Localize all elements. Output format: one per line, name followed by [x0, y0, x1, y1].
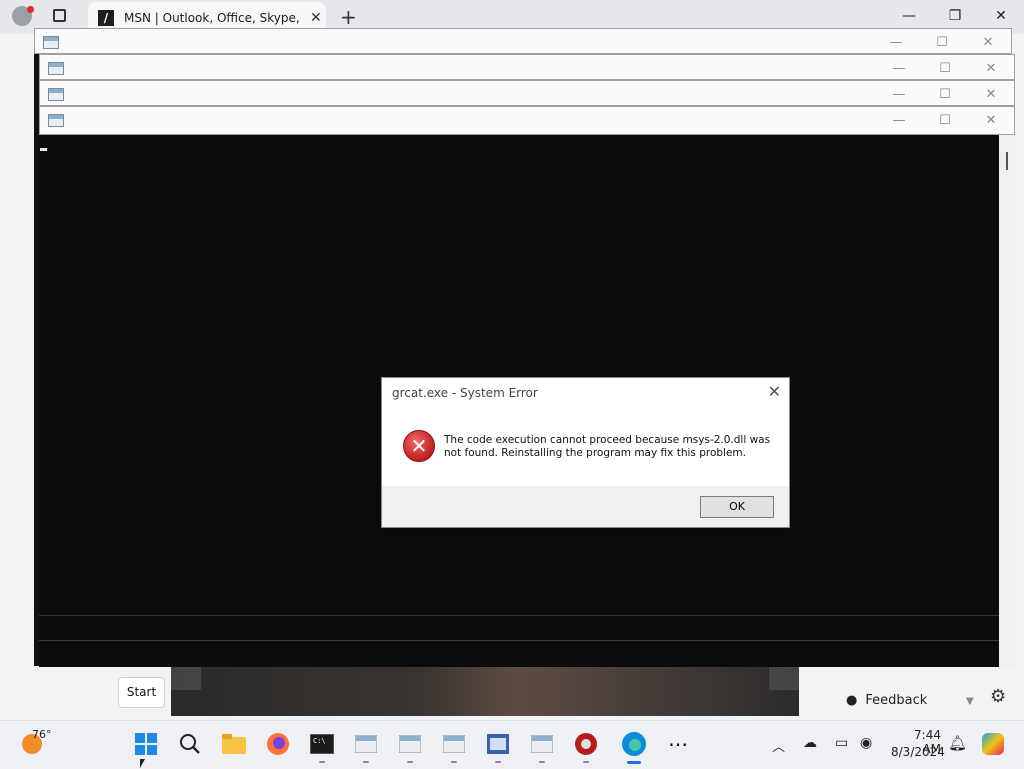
terminal-icon[interactable]: C:\	[302, 724, 342, 764]
news-photo[interactable]	[171, 667, 799, 716]
console-window-icon[interactable]	[346, 724, 386, 764]
maximize-icon[interactable]: ☐	[919, 35, 965, 50]
close-window-button[interactable]: ✕	[978, 8, 1024, 24]
media-icon[interactable]	[566, 724, 606, 764]
settings-gear-icon[interactable]: ⚙	[990, 686, 1006, 707]
console-window-icon[interactable]	[390, 724, 430, 764]
file-explorer-icon[interactable]	[214, 724, 254, 764]
notification-bell-icon[interactable]: 🔔︎	[948, 734, 967, 752]
running-indicator	[407, 761, 413, 763]
edge-icon[interactable]	[614, 724, 654, 764]
error-icon: ✕	[403, 430, 435, 462]
start-icon[interactable]	[126, 724, 166, 764]
console-cursor	[40, 148, 47, 151]
feedback-button[interactable]: ● Feedback	[846, 687, 956, 713]
minimize-icon[interactable]: —	[876, 113, 922, 128]
close-icon[interactable]: ✕	[968, 87, 1014, 102]
minimize-button[interactable]: —	[886, 8, 932, 24]
mouse-pointer-icon	[140, 759, 145, 768]
active-indicator	[627, 761, 641, 764]
tab-actions-icon[interactable]	[53, 9, 66, 22]
running-indicator	[495, 761, 501, 763]
scroll-down-icon[interactable]: ▼	[966, 696, 974, 707]
carousel-prev-icon[interactable]	[171, 667, 201, 690]
close-icon[interactable]: ✕	[965, 35, 1011, 50]
search-icon[interactable]	[170, 724, 210, 764]
running-indicator	[583, 761, 589, 763]
console-window-4[interactable]: — ☐ ✕	[39, 106, 1015, 135]
close-icon[interactable]: ✕	[968, 61, 1014, 76]
running-indicator	[319, 761, 325, 763]
dialog-title: grcat.exe - System Error	[392, 386, 538, 400]
console-output-area[interactable]	[39, 135, 999, 615]
start-tooltip: Start	[118, 677, 165, 708]
system-error-dialog: grcat.exe - System Error ✕ ✕ The code ex…	[381, 377, 790, 528]
tray-chevron-icon[interactable]: ︿	[772, 736, 785, 755]
running-indicator	[539, 761, 545, 763]
firefox-icon[interactable]	[258, 724, 298, 764]
more-icon[interactable]: ⋯	[658, 724, 698, 764]
console-window-icon	[48, 61, 64, 75]
console-divider	[39, 640, 999, 641]
msn-favicon-icon: /	[98, 10, 114, 26]
running-indicator	[451, 761, 457, 763]
svg-text:C:\: C:\	[313, 737, 326, 745]
cloud-offline-icon[interactable]: ☁	[803, 735, 817, 751]
minimize-icon[interactable]: —	[876, 61, 922, 76]
tab-title: MSN | Outlook, Office, Skype, Bing	[124, 11, 300, 25]
volume-muted-icon[interactable]: ◉	[860, 735, 872, 751]
maximize-icon[interactable]: ☐	[922, 87, 968, 102]
maximize-icon[interactable]: ☐	[922, 113, 968, 128]
close-tab-icon[interactable]: ✕	[310, 10, 322, 26]
running-indicator	[363, 761, 369, 763]
console-window-3[interactable]: — ☐ ✕	[39, 80, 1015, 106]
dialog-message: The code execution cannot proceed becaus…	[444, 434, 771, 459]
console-window-1[interactable]: — ☐ ✕	[34, 28, 1012, 54]
console-window-icon	[43, 35, 59, 49]
console-window-icon[interactable]	[522, 724, 562, 764]
copilot-icon[interactable]	[982, 733, 1004, 755]
weather-temp[interactable]: 76°	[32, 728, 52, 741]
carousel-next-icon[interactable]	[769, 667, 799, 690]
restore-button[interactable]: ❐	[932, 8, 978, 24]
console-scrollbar-thumb[interactable]	[1006, 152, 1008, 170]
console-window-2[interactable]: — ☐ ✕	[39, 54, 1015, 80]
minimize-icon[interactable]: —	[873, 35, 919, 50]
console-window-icon[interactable]	[434, 724, 474, 764]
maximize-icon[interactable]: ☐	[922, 61, 968, 76]
feedback-icon: ●	[846, 692, 858, 708]
close-icon[interactable]: ✕	[968, 113, 1014, 128]
ok-button[interactable]: OK	[700, 496, 774, 518]
console-bottom-area	[39, 615, 999, 667]
feedback-label: Feedback	[865, 692, 928, 708]
network-icon[interactable]: ▭	[835, 735, 848, 751]
new-tab-button[interactable]: +	[340, 5, 357, 29]
console-window-icon	[48, 87, 64, 101]
console-scrollbar[interactable]	[999, 135, 1015, 666]
clock-date[interactable]: 8/3/2024	[891, 745, 945, 759]
minimize-icon[interactable]: —	[876, 87, 922, 102]
console-window-icon	[48, 113, 64, 127]
ide-icon[interactable]	[478, 724, 518, 764]
notification-dot	[27, 6, 34, 13]
dialog-close-icon[interactable]: ✕	[768, 382, 781, 401]
